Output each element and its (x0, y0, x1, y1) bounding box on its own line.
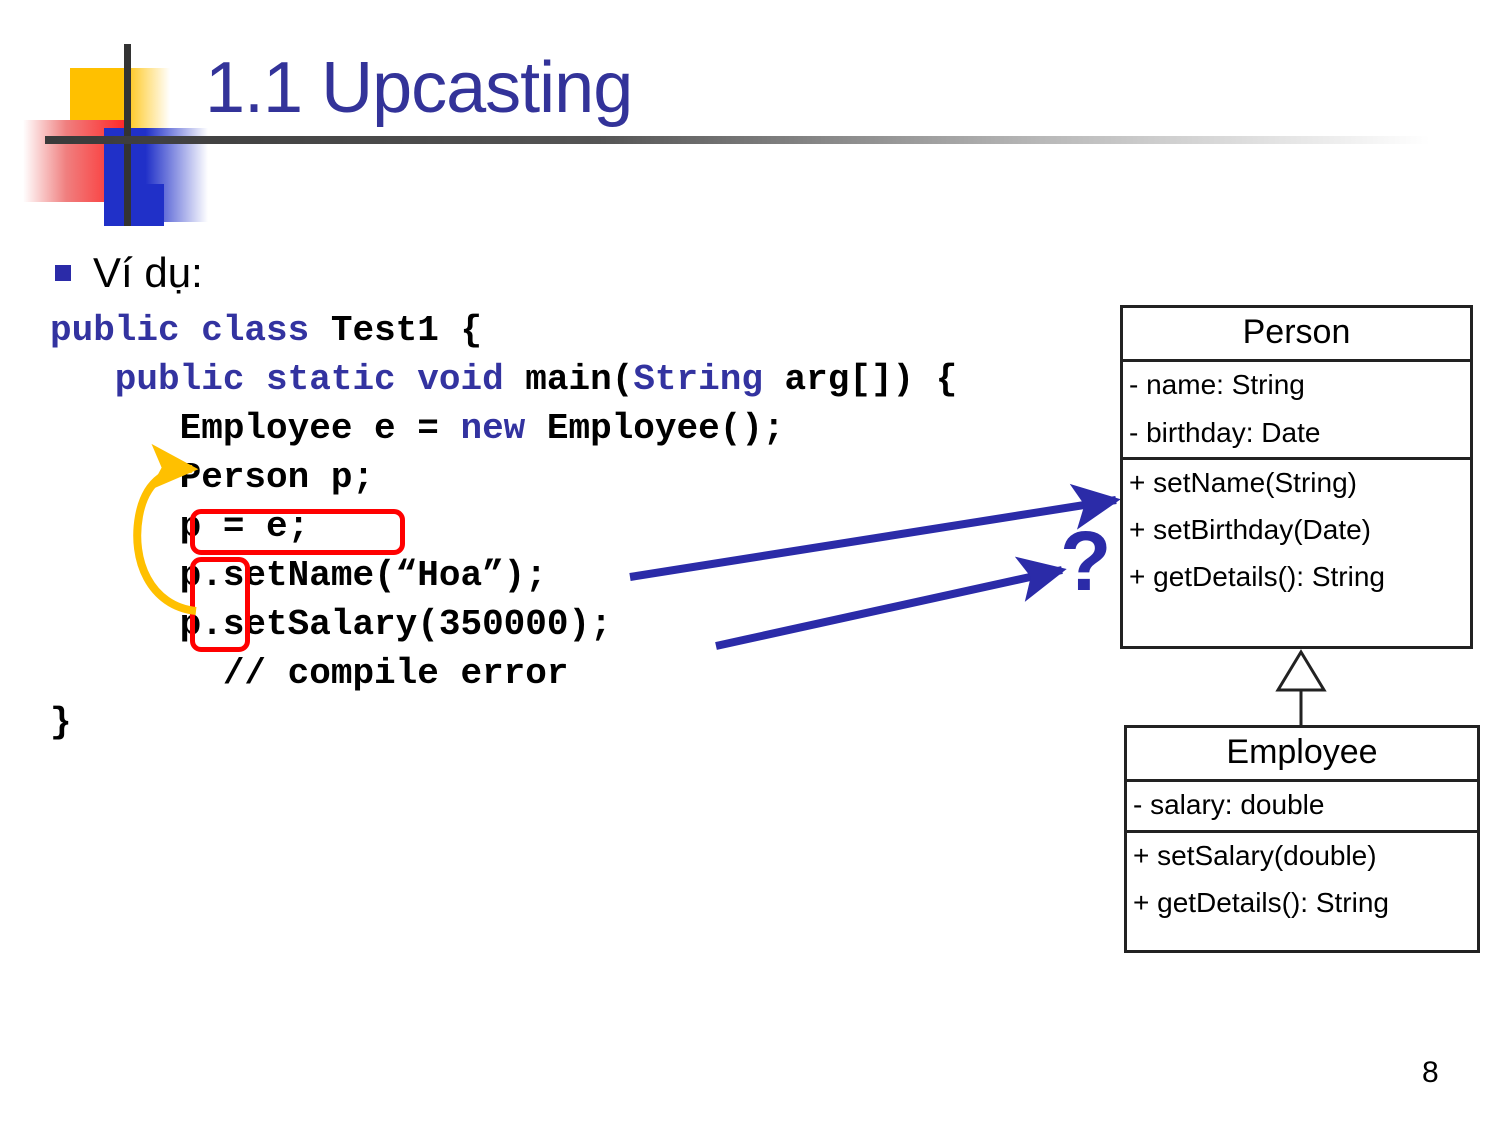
deco-blue-rectangle-lower (104, 184, 164, 226)
code-token: Person p; (50, 457, 375, 498)
question-mark-annotation: ? (1060, 514, 1112, 608)
uml-person-title: Person (1242, 313, 1351, 351)
uml-person-method: + setName(String) (1129, 466, 1357, 498)
code-token: public static void (50, 359, 526, 400)
code-token: public class (50, 310, 331, 351)
code-token: arg[]) { (762, 359, 958, 400)
code-line: public static void main(String arg[]) { (50, 355, 958, 404)
uml-class-person: Person - name: String - birthday: Date +… (1120, 305, 1473, 649)
code-token: p.setName(“Hoa”); (50, 555, 547, 596)
upcast-assignment-highlight (190, 509, 405, 555)
uml-person-attribute: - birthday: Date (1129, 416, 1321, 448)
reference-prefix-highlight (190, 557, 250, 652)
code-line: Person p; (50, 453, 957, 502)
uml-person-attribute: - name: String (1129, 369, 1305, 401)
uml-employee-method: + getDetails(): String (1133, 886, 1389, 918)
inheritance-triangle-icon (1275, 649, 1327, 692)
page-number: 8 (1422, 1056, 1439, 1089)
uml-employee-method: + setSalary(double) (1133, 839, 1377, 871)
title-horizontal-rule (45, 136, 1430, 144)
title-decoration-graphic (20, 44, 210, 226)
code-token: String (633, 359, 763, 400)
uml-class-employee: Employee - salary: double + setSalary(do… (1124, 725, 1480, 953)
code-token: } (50, 702, 72, 743)
square-bullet-icon (55, 265, 71, 281)
code-token: Employee e = (50, 408, 461, 449)
code-line: p.setSalary(350000); (50, 600, 957, 649)
uml-employee-attribute: - salary: double (1133, 789, 1325, 821)
code-token: // compile error (50, 653, 569, 694)
code-line: p = e; (50, 502, 957, 551)
code-line: p.setName(“Hoa”); (50, 551, 957, 600)
page-title: 1.1 Upcasting (205, 48, 633, 128)
slide-canvas: 1.1 Upcasting Ví dụ: public class Test1 … (0, 0, 1499, 1124)
code-line: public class Test1 { (50, 306, 957, 355)
bullet-row: Ví dụ: (55, 252, 203, 294)
bullet-label: Ví dụ: (93, 249, 203, 296)
code-token: main( (525, 359, 634, 400)
deco-vertical-rule (124, 44, 131, 226)
code-token: new (460, 408, 547, 449)
code-line: Employee e = new Employee(); (50, 404, 957, 453)
uml-employee-title: Employee (1226, 733, 1378, 771)
code-token: Employee(); (546, 408, 785, 449)
uml-person-method: + getDetails(): String (1129, 561, 1385, 593)
uml-person-method: + setBirthday(Date) (1129, 513, 1371, 545)
java-code-block: public class Test1 { public static void … (50, 306, 957, 747)
code-line: } (50, 698, 957, 747)
code-line: // compile error (50, 649, 957, 698)
code-token: Test1 { (330, 310, 483, 351)
code-token: p.setSalary(350000); (50, 604, 612, 645)
